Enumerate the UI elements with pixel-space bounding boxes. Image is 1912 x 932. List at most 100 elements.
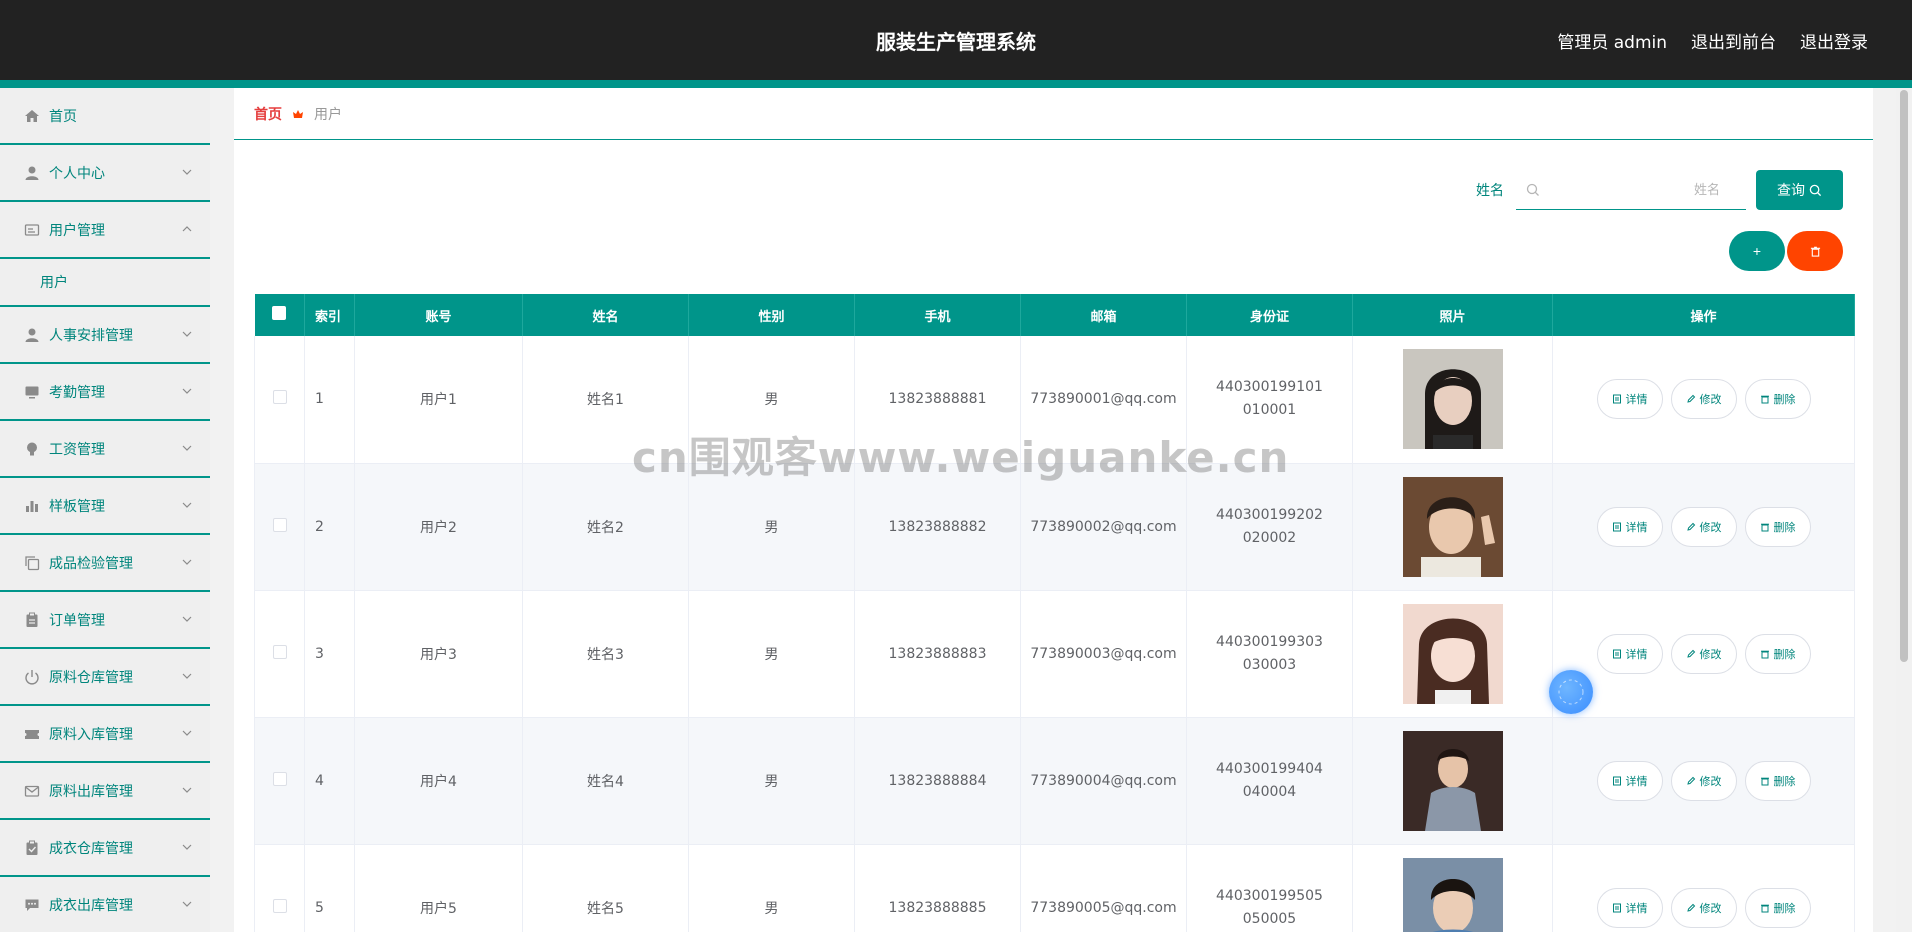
user-photo[interactable] [1402, 730, 1503, 831]
sidebar-item-user-management[interactable]: 用户管理 [0, 202, 210, 259]
detail-button[interactable]: 详情 [1596, 506, 1663, 547]
row-checkbox[interactable] [272, 390, 287, 405]
trash-icon [1760, 650, 1769, 658]
detail-button-label: 详情 [1625, 393, 1648, 407]
row-checkbox[interactable] [272, 771, 287, 786]
sidebar-item-label: 成品检验管理 [49, 555, 133, 572]
delete-button[interactable]: 删除 [1744, 506, 1811, 547]
operations-cell: 详情 修改 删除 [1552, 844, 1855, 932]
sidebar-item-inspection[interactable]: 成品检验管理 [0, 535, 210, 592]
sidebar-item-garment-outbound[interactable]: 成衣出库管理 [0, 877, 210, 932]
phone-cell: 13823888883 [854, 590, 1021, 718]
row-checkbox[interactable] [272, 898, 287, 913]
phone-cell: 13823888885 [854, 844, 1021, 932]
sidebar-item-orders[interactable]: 订单管理 [0, 592, 210, 649]
search-bar: 姓名 查询 [1476, 170, 1843, 210]
delete-button[interactable]: 删除 [1744, 379, 1811, 420]
sidebar-item-salary[interactable]: 工资管理 [0, 421, 210, 478]
row-checkbox[interactable] [272, 517, 287, 532]
floating-assistant-button[interactable] [1549, 670, 1593, 714]
index-cell: 4 [304, 717, 355, 845]
sidebar-item-label: 成衣出库管理 [49, 897, 133, 914]
sidebar-item-raw-warehouse[interactable]: 原料仓库管理 [0, 649, 210, 706]
sidebar-item-raw-outbound[interactable]: 原料出库管理 [0, 763, 210, 820]
detail-button[interactable]: 详情 [1596, 379, 1663, 420]
delete-button-label: 删除 [1773, 393, 1796, 407]
exit-to-front-link[interactable]: 退出到前台 [1691, 28, 1776, 53]
top-links: 管理员 admin 退出到前台 退出登录 [1557, 28, 1868, 53]
user-icon [24, 327, 40, 343]
sidebar-item-label: 个人中心 [49, 165, 105, 182]
email-cell: 773890005@qq.com [1020, 844, 1187, 932]
home-icon [24, 108, 40, 124]
delete-button[interactable]: 删除 [1744, 760, 1811, 801]
edit-button[interactable]: 修改 [1670, 760, 1737, 801]
detail-button[interactable]: 详情 [1596, 887, 1663, 928]
chevron-down-icon [182, 559, 192, 565]
header-select-all[interactable] [254, 294, 305, 336]
chevron-down-icon [182, 901, 192, 907]
table-header-row: 索引 账号 姓名 性别 手机 邮箱 身份证 照片 操作 [254, 294, 1855, 336]
user-photo[interactable] [1402, 476, 1503, 577]
edit-icon [1686, 903, 1695, 912]
chevron-down-icon [182, 787, 192, 793]
select-all-checkbox[interactable] [272, 306, 287, 320]
user-table: 索引 账号 姓名 性别 手机 邮箱 身份证 照片 操作 1 用户1 姓名1 男 … [254, 294, 1855, 932]
breadcrumb-home[interactable]: 首页 [254, 104, 282, 124]
search-button[interactable]: 查询 [1756, 170, 1843, 210]
column-header: 索引 [304, 294, 355, 336]
logout-link[interactable]: 退出登录 [1800, 28, 1868, 53]
search-button-label: 查询 [1777, 183, 1805, 199]
edit-button[interactable]: 修改 [1670, 887, 1737, 928]
column-header: 姓名 [522, 294, 689, 336]
user-photo[interactable] [1402, 857, 1503, 932]
sidebar-item-label: 成衣仓库管理 [49, 840, 133, 857]
sidebar-item-pattern[interactable]: 样板管理 [0, 478, 210, 535]
user-photo[interactable] [1402, 349, 1503, 450]
user-photo[interactable] [1402, 603, 1503, 704]
scrollbar-thumb[interactable] [1900, 90, 1908, 662]
batch-delete-button[interactable] [1787, 231, 1843, 271]
sidebar-item-label: 样板管理 [49, 498, 105, 515]
name-cell: 姓名3 [522, 590, 689, 718]
account-cell: 用户2 [354, 463, 523, 591]
sidebar-item-hr-arrangement[interactable]: 人事安排管理 [0, 307, 210, 364]
chevron-down-icon [182, 502, 192, 508]
sidebar-item-attendance[interactable]: 考勤管理 [0, 364, 210, 421]
row-select-cell [254, 463, 305, 591]
sidebar-item-home[interactable]: 首页 [0, 88, 210, 145]
add-button[interactable]: + [1729, 231, 1785, 271]
breadcrumb-separator-icon [293, 109, 303, 118]
email-cell: 773890003@qq.com [1020, 590, 1187, 718]
sidebar-item-label: 原料仓库管理 [49, 669, 133, 686]
email-cell: 773890004@qq.com [1020, 717, 1187, 845]
delete-button[interactable]: 删除 [1744, 887, 1811, 928]
sidebar: 首页 个人中心 用户管理 用户 人事安排管理 考勤管理 工资管理 样板管理 成品… [0, 88, 210, 932]
sidebar-item-raw-inbound[interactable]: 原料入库管理 [0, 706, 210, 763]
sidebar-subitem-users[interactable]: 用户 [0, 259, 210, 307]
gender-cell: 男 [688, 590, 855, 718]
document-icon [1612, 522, 1621, 531]
edit-button[interactable]: 修改 [1670, 506, 1737, 547]
table-row: 4 用户4 姓名4 男 13823888884 773890004@qq.com… [254, 717, 1855, 845]
edit-button[interactable]: 修改 [1670, 379, 1737, 420]
delete-button[interactable]: 删除 [1744, 633, 1811, 674]
sidebar-item-label: 用户管理 [49, 222, 105, 239]
delete-button-label: 删除 [1773, 647, 1796, 661]
page-scrollbar[interactable] [1896, 88, 1912, 932]
detail-button[interactable]: 详情 [1596, 633, 1663, 674]
name-search-input[interactable] [1516, 170, 1746, 210]
idcard-value: 440300199101010001 [1216, 379, 1323, 419]
sidebar-item-personal-center[interactable]: 个人中心 [0, 145, 210, 202]
power-icon [24, 669, 40, 685]
edit-icon [1686, 522, 1695, 531]
user-icon [24, 165, 40, 181]
edit-button[interactable]: 修改 [1670, 633, 1737, 674]
row-checkbox[interactable] [272, 644, 287, 659]
detail-button[interactable]: 详情 [1596, 760, 1663, 801]
account-cell: 用户3 [354, 590, 523, 718]
chevron-down-icon [182, 730, 192, 736]
sidebar-item-garment-warehouse[interactable]: 成衣仓库管理 [0, 820, 210, 877]
idcard-value: 440300199303030003 [1216, 633, 1323, 673]
phone-cell: 13823888884 [854, 717, 1021, 845]
